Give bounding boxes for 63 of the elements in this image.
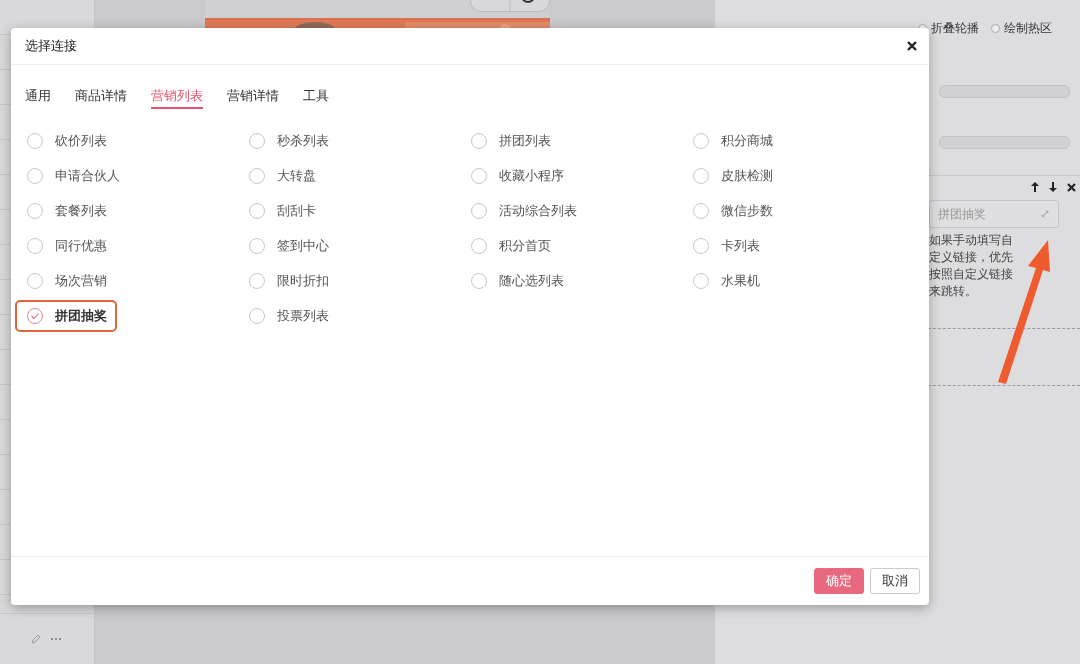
- radio-icon[interactable]: [471, 167, 487, 184]
- radio-icon[interactable]: [249, 307, 265, 324]
- radio-icon[interactable]: [249, 132, 265, 149]
- input-field[interactable]: [939, 85, 1070, 98]
- hint-text: 如果手动填写自定义链接，优先按照自定义链接来跳转。: [929, 232, 1014, 300]
- radio-icon[interactable]: [249, 237, 265, 254]
- radio-label: 折叠轮播: [931, 20, 979, 37]
- cancel-button[interactable]: 取消: [870, 568, 920, 594]
- option-label[interactable]: 申请合伙人: [55, 166, 120, 185]
- radio-label: 绘制热区: [1004, 20, 1052, 37]
- more-icon[interactable]: [50, 637, 62, 641]
- tab[interactable]: 营销列表: [151, 83, 203, 109]
- option-label[interactable]: 微信步数: [721, 201, 773, 220]
- option-label[interactable]: 活动综合列表: [499, 201, 577, 220]
- option-label[interactable]: 皮肤检测: [721, 166, 773, 185]
- input-field[interactable]: [939, 136, 1070, 149]
- radio-icon[interactable]: [27, 202, 43, 219]
- option-label[interactable]: 同行优惠: [55, 236, 107, 255]
- radio-icon[interactable]: [693, 202, 709, 219]
- option-label[interactable]: 收藏小程序: [499, 166, 564, 185]
- checked-radio-icon[interactable]: [27, 307, 43, 324]
- up-arrow-icon[interactable]: [1031, 182, 1039, 192]
- radio-icon[interactable]: [471, 132, 487, 149]
- radio-icon[interactable]: [249, 167, 265, 184]
- tab[interactable]: 通用: [25, 83, 51, 109]
- option-label[interactable]: 签到中心: [277, 236, 329, 255]
- close-icon[interactable]: [1067, 182, 1076, 192]
- radio-icon[interactable]: [249, 202, 265, 219]
- option-label[interactable]: 大转盘: [277, 166, 316, 185]
- radio-icon[interactable]: [471, 202, 487, 219]
- radio-icon[interactable]: [27, 237, 43, 254]
- tab[interactable]: 工具: [303, 83, 329, 109]
- radio-icon[interactable]: [249, 272, 265, 289]
- radio-icon[interactable]: [693, 167, 709, 184]
- dialog-title: 选择连接: [25, 37, 77, 55]
- radio-icon[interactable]: [693, 132, 709, 149]
- option-label[interactable]: 场次营销: [55, 271, 107, 290]
- close-icon[interactable]: [907, 41, 917, 51]
- radio-icon[interactable]: [27, 167, 43, 184]
- radio-button[interactable]: [991, 24, 1000, 33]
- option-label[interactable]: 限时折扣: [277, 271, 329, 290]
- tab[interactable]: 商品详情: [75, 83, 127, 109]
- tab[interactable]: 营销详情: [227, 83, 279, 109]
- radio-icon[interactable]: [693, 272, 709, 289]
- option-label[interactable]: 秒杀列表: [277, 131, 329, 150]
- down-arrow-icon[interactable]: [1049, 182, 1057, 192]
- radio-icon[interactable]: [27, 132, 43, 149]
- option-label[interactable]: 套餐列表: [55, 201, 107, 220]
- option-label[interactable]: 卡列表: [721, 236, 760, 255]
- edit-icon[interactable]: [30, 633, 42, 645]
- radio-icon[interactable]: [471, 237, 487, 254]
- radio-icon[interactable]: [471, 272, 487, 289]
- option-label[interactable]: 积分首页: [499, 236, 551, 255]
- option-label[interactable]: 刮刮卡: [277, 201, 316, 220]
- option-label[interactable]: 投票列表: [277, 306, 329, 325]
- option-label[interactable]: 随心选列表: [499, 271, 564, 290]
- option-label[interactable]: 砍价列表: [55, 131, 107, 150]
- radio-icon[interactable]: [27, 272, 43, 289]
- option-label[interactable]: 水果机: [721, 271, 760, 290]
- radio-icon[interactable]: [693, 237, 709, 254]
- link-icon[interactable]: [1040, 209, 1050, 219]
- option-label[interactable]: 拼团列表: [499, 131, 551, 150]
- option-label[interactable]: 积分商城: [721, 131, 773, 150]
